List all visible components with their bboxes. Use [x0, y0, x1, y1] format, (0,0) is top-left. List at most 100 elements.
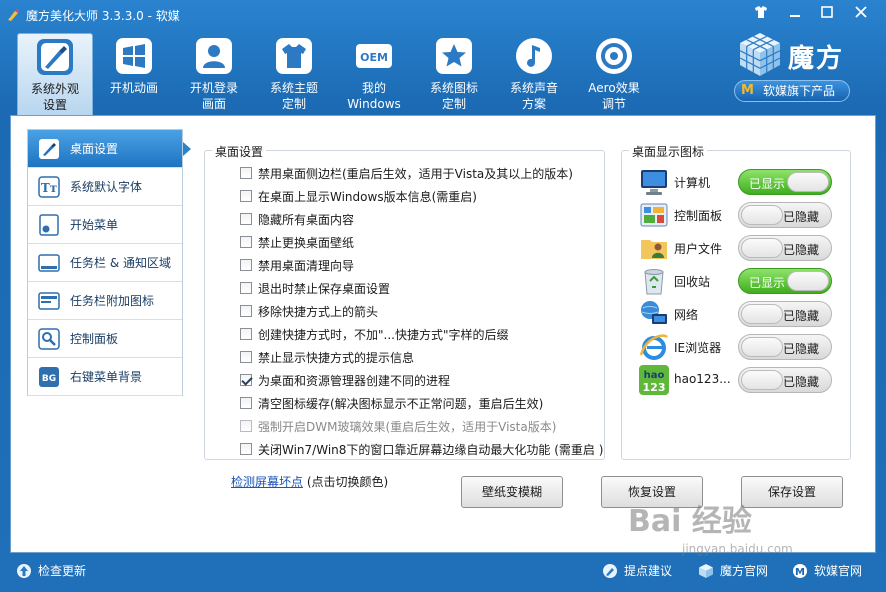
- save-settings-button[interactable]: 保存设置: [741, 476, 843, 508]
- checkbox[interactable]: [240, 259, 252, 271]
- tool-system-icons[interactable]: 系统图标 定制: [416, 33, 492, 115]
- checkbox-checked[interactable]: [240, 374, 252, 386]
- toggle-hao123[interactable]: 已隐藏: [738, 367, 832, 393]
- desktop-settings-title: 桌面设置: [212, 143, 267, 160]
- check-update-button[interactable]: 检查更新: [16, 562, 86, 579]
- tool-aero[interactable]: Aero效果 调节: [576, 33, 652, 115]
- brand-name: 魔方: [788, 44, 845, 74]
- user-folder-icon: [641, 240, 667, 259]
- tool-login-screen[interactable]: 开机登录 画面: [176, 33, 252, 115]
- desktop-option[interactable]: 清空图标缓存(解决图标显示不正常问题，重启后生效): [240, 393, 543, 413]
- oem-icon: OEM: [356, 44, 392, 68]
- sidebar-item-taskbar[interactable]: 任务栏 & 通知区域: [28, 244, 182, 282]
- tool-system-sound[interactable]: 系统声音 方案: [496, 33, 572, 115]
- desktop-option[interactable]: 移除快捷方式上的箭头: [240, 301, 378, 321]
- desktop-option[interactable]: 禁用桌面清理向导: [240, 255, 354, 275]
- tool-label: 我的: [361, 81, 386, 95]
- control-panel-icon: [38, 327, 60, 350]
- sidebar-item-label: 右键菜单背景: [70, 370, 143, 384]
- tool-label: Windows: [347, 97, 401, 111]
- recycle-bin-icon: [644, 269, 664, 295]
- wallpaper-blur-button[interactable]: 壁纸变模糊: [461, 476, 563, 508]
- pencil-icon: [603, 563, 617, 578]
- svg-text:Tт: Tт: [41, 181, 57, 195]
- maximize-icon[interactable]: [818, 6, 836, 22]
- sidebar-item-control-panel[interactable]: 控制面板: [28, 320, 182, 358]
- checkbox[interactable]: [240, 443, 252, 455]
- checkbox[interactable]: [240, 328, 252, 340]
- detect-dead-pixels-link[interactable]: 检测屏幕坏点: [231, 475, 303, 489]
- desktop-option[interactable]: 创建快捷方式时，不加"...快捷方式"字样的后缀: [240, 324, 508, 344]
- content-panel: 桌面设置 Tт 系统默认字体 开始菜单 任务栏 & 通知区域 任务栏附加图标 控…: [10, 115, 876, 553]
- cube-icon: [699, 563, 713, 578]
- minimize-icon[interactable]: [786, 6, 804, 22]
- tool-label: 画面: [201, 97, 226, 111]
- desktop-option[interactable]: 为桌面和资源管理器创建不同的进程: [240, 370, 450, 390]
- brand-sub-button[interactable]: M 软媒旗下产品: [734, 80, 850, 102]
- ruanmei-site-label: 软媒官网: [814, 564, 863, 578]
- mofang-site-button[interactable]: 魔方官网: [698, 562, 768, 579]
- desktop-option[interactable]: 在桌面上显示Windows版本信息(需重启): [240, 186, 477, 206]
- sidebar-item-label: 系统默认字体: [70, 180, 143, 194]
- aero-disc-icon: [596, 38, 632, 74]
- sidebar-item-label: 任务栏附加图标: [70, 294, 155, 308]
- sidebar-item-desktop[interactable]: 桌面设置: [28, 130, 191, 168]
- tool-label: 开机登录: [189, 81, 238, 95]
- icon-name: 控制面板: [674, 209, 723, 223]
- checkbox[interactable]: [240, 397, 252, 409]
- checkbox[interactable]: [240, 351, 252, 363]
- desktop-icons-title: 桌面显示图标: [629, 143, 708, 160]
- toggle-computer[interactable]: 已显示: [738, 169, 832, 195]
- desktop-option[interactable]: 退出时禁止保存桌面设置: [240, 278, 390, 298]
- toggle-recycle-bin[interactable]: 已显示: [738, 268, 832, 294]
- ie-browser-icon: [639, 334, 668, 360]
- desktop-option[interactable]: 禁用桌面侧边栏(重启后生效，适用于Vista及其以上的版本): [240, 163, 573, 183]
- suggest-button[interactable]: 提点建议: [602, 562, 672, 579]
- sidebar-item-label: 开始菜单: [70, 218, 119, 232]
- toggle-state-label: 已隐藏: [783, 375, 820, 389]
- palette-brush-icon: [37, 39, 73, 75]
- checkbox[interactable]: [240, 282, 252, 294]
- tool-label: 系统主题: [269, 81, 318, 95]
- star-icon: [436, 38, 472, 74]
- sidebar-item-taskbar-addons[interactable]: 任务栏附加图标: [28, 282, 182, 320]
- svg-text:OEM: OEM: [360, 51, 388, 64]
- tool-label: 系统外观: [30, 82, 79, 96]
- font-icon: Tт: [38, 175, 60, 198]
- desktop-option[interactable]: 隐藏所有桌面内容: [240, 209, 354, 229]
- tool-my-windows[interactable]: OEM 我的 Windows: [336, 33, 412, 115]
- desktop-option-label: 隐藏所有桌面内容: [258, 212, 355, 227]
- desktop-option[interactable]: 关闭Win7/Win8下的窗口靠近屏幕边缘自动最大化功能 (需重启 ): [240, 439, 603, 459]
- desktop-option-label: 创建快捷方式时，不加"...快捷方式"字样的后缀: [258, 327, 509, 342]
- windows-logo-icon: [116, 38, 152, 74]
- checkbox[interactable]: [240, 167, 252, 179]
- desktop-option-label: 清空图标缓存(解决图标显示不正常问题，重启后生效): [258, 396, 544, 411]
- ruanmei-site-button[interactable]: M 软媒官网: [792, 562, 862, 579]
- computer-icon: [641, 170, 667, 195]
- icon-name: 网络: [674, 308, 699, 322]
- toggle-user-files[interactable]: 已隐藏: [738, 235, 832, 261]
- taskbar-addon-icon: [38, 291, 60, 310]
- sidebar-item-default-font[interactable]: Tт 系统默认字体: [28, 168, 182, 206]
- toggle-control-panel[interactable]: 已隐藏: [738, 202, 832, 228]
- toggle-state-label: 已隐藏: [783, 309, 820, 323]
- tool-label: 定制: [281, 97, 306, 111]
- sidebar-item-context-menu-bg[interactable]: BG 右键菜单背景: [28, 358, 182, 396]
- tool-theme[interactable]: 系统主题 定制: [256, 33, 332, 115]
- checkbox[interactable]: [240, 236, 252, 248]
- desktop-option[interactable]: 禁止显示快捷方式的提示信息: [240, 347, 414, 367]
- tool-boot-animation[interactable]: 开机动画: [96, 33, 172, 115]
- close-icon[interactable]: [852, 6, 870, 22]
- tool-appearance-settings[interactable]: 系统外观 设置: [17, 33, 93, 115]
- sidebar-item-label: 控制面板: [70, 332, 119, 346]
- checkbox[interactable]: [240, 190, 252, 202]
- svg-text:BG: BG: [42, 374, 56, 384]
- checkbox[interactable]: [240, 305, 252, 317]
- toggle-network[interactable]: 已隐藏: [738, 301, 832, 327]
- checkbox[interactable]: [240, 213, 252, 225]
- skin-icon[interactable]: [752, 6, 770, 22]
- hao123-icon: hao123: [639, 365, 669, 395]
- sidebar-item-start-menu[interactable]: 开始菜单: [28, 206, 182, 244]
- desktop-option[interactable]: 禁止更换桌面壁纸: [240, 232, 354, 252]
- toggle-ie[interactable]: 已隐藏: [738, 334, 832, 360]
